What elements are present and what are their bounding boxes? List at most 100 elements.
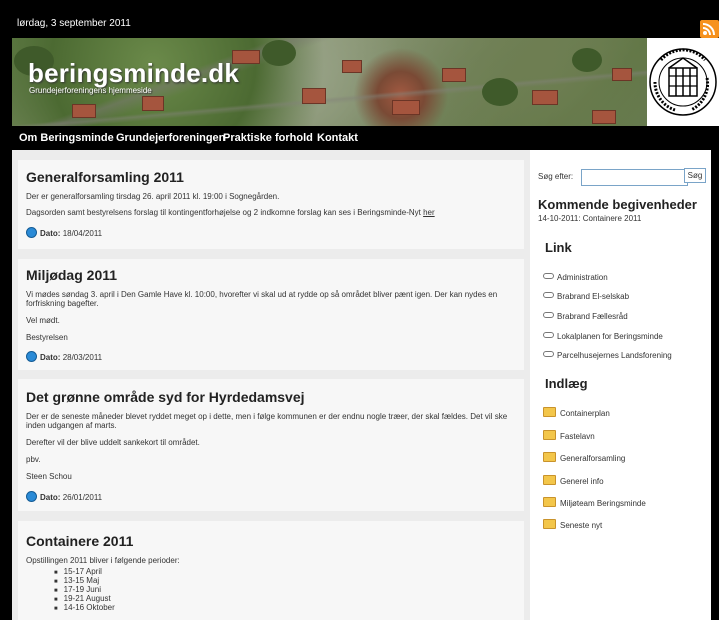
- link-brabrand-faellesraad[interactable]: Brabrand Fællesråd: [543, 312, 628, 321]
- banner-house: [302, 88, 326, 104]
- banner-house: [592, 110, 616, 124]
- category-generalforsamling[interactable]: Generalforsamling: [543, 452, 625, 463]
- post-paragraph: Bestyrelsen: [26, 333, 68, 342]
- right-border: [711, 150, 719, 620]
- post-title[interactable]: Containere 2011: [26, 533, 133, 549]
- search-input[interactable]: [581, 169, 688, 186]
- post-miljodag: Miljødag 2011 Vi mødes søndag 3. april i…: [18, 259, 524, 370]
- link-icon: [543, 351, 554, 357]
- link-icon: [543, 332, 554, 338]
- post-containere: Containere 2011 Opstillingen 2011 bliver…: [18, 521, 524, 620]
- post-title[interactable]: Miljødag 2011: [26, 267, 117, 283]
- post-link-her[interactable]: her: [423, 208, 435, 217]
- link-parcelhusejernes-landsforening[interactable]: Parcelhusejernes Landsforening: [543, 351, 672, 360]
- post-date: Dato: 28/03/2011: [26, 351, 102, 362]
- link-icon: [543, 292, 554, 298]
- category-label: Miljøteam Beringsminde: [560, 499, 646, 508]
- category-fastelavn[interactable]: Fastelavn: [543, 430, 595, 441]
- event-item[interactable]: 14-10-2011: Containere 2011: [538, 214, 641, 223]
- post-paragraph: Vi mødes søndag 3. april i Den Gamle Hav…: [26, 290, 498, 308]
- top-bar: lørdag, 3 september 2011: [0, 0, 719, 38]
- date-label: Dato:: [40, 493, 61, 502]
- link-label: Lokalplanen for Beringsminde: [557, 332, 663, 341]
- category-seneste-nyt[interactable]: Seneste nyt: [543, 519, 602, 530]
- category-containerplan[interactable]: Containerplan: [543, 407, 610, 418]
- search-label: Søg efter:: [538, 172, 574, 181]
- post-title[interactable]: Generalforsamling 2011: [26, 169, 184, 185]
- post-groenne-omraade: Det grønne område syd for Hyrdedamsvej D…: [18, 379, 524, 511]
- content-area: Generalforsamling 2011 Der er generalfor…: [12, 150, 711, 620]
- link-administration[interactable]: Administration: [543, 273, 608, 282]
- post-paragraph: Vel mødt.: [26, 316, 60, 325]
- category-generel-info[interactable]: Generel info: [543, 475, 604, 486]
- banner-tree: [482, 78, 518, 106]
- link-label: Administration: [557, 273, 608, 282]
- banner-house: [72, 104, 96, 118]
- search-button[interactable]: Søg: [684, 168, 706, 183]
- calendar-icon: [26, 351, 37, 362]
- categories-title: Indlæg: [545, 376, 588, 391]
- category-label: Generel info: [560, 477, 604, 486]
- links-title: Link: [545, 240, 572, 255]
- date-value: 28/03/2011: [62, 353, 103, 362]
- header-banner: beringsminde.dk Grundejerforeningens hje…: [12, 38, 719, 126]
- banner-tree: [572, 48, 602, 72]
- post-paragraph: pbv.: [26, 455, 41, 464]
- nav-item-grundejerforeningen[interactable]: Grundejerforeningen: [116, 132, 225, 144]
- date-label: Dato:: [40, 229, 61, 238]
- category-label: Containerplan: [560, 409, 610, 418]
- current-date: lørdag, 3 september 2011: [17, 18, 131, 29]
- calendar-icon: [26, 491, 37, 502]
- link-lokalplanen[interactable]: Lokalplanen for Beringsminde: [543, 332, 663, 341]
- post-paragraph: Derefter vil der blive uddelt sankekort …: [26, 438, 200, 447]
- post-title[interactable]: Det grønne område syd for Hyrdedamsvej: [26, 389, 305, 405]
- post-paragraph: Der er generalforsamling tirsdag 26. apr…: [26, 192, 280, 201]
- logo-seal: [649, 48, 717, 116]
- nav-item-kontakt[interactable]: Kontakt: [317, 132, 358, 144]
- banner-tree: [262, 40, 296, 66]
- events-title: Kommende begivenheder: [538, 197, 697, 212]
- folder-icon: [543, 519, 556, 529]
- folder-icon: [543, 407, 556, 417]
- link-label: Brabrand Fællesråd: [557, 312, 628, 321]
- association-logo: [647, 38, 719, 126]
- post-paragraph: Steen Schou: [26, 472, 72, 481]
- category-label: Seneste nyt: [560, 521, 603, 530]
- left-border: [0, 38, 12, 620]
- site-title[interactable]: beringsminde.dk: [28, 58, 239, 89]
- nav-item-praktiske-forhold[interactable]: Praktiske forhold: [223, 132, 313, 144]
- page: lørdag, 3 september 2011 beringsminde.dk…: [0, 0, 719, 620]
- banner-house: [612, 68, 632, 81]
- rss-icon-glyph: [702, 23, 715, 36]
- link-label: Parcelhusejernes Landsforening: [557, 351, 672, 360]
- folder-icon: [543, 430, 556, 440]
- link-icon: [543, 273, 554, 279]
- folder-icon: [543, 497, 556, 507]
- sidebar: Søg efter: Søg Kommende begivenheder 14-…: [537, 150, 711, 620]
- category-label: Generalforsamling: [560, 454, 626, 463]
- link-icon: [543, 312, 554, 318]
- category-label: Fastelavn: [560, 432, 595, 441]
- date-value: 26/01/2011: [62, 493, 103, 502]
- folder-icon: [543, 452, 556, 462]
- post-date: Dato: 18/04/2011: [26, 227, 102, 238]
- main-nav: Om Beringsminde Grundejerforeningen Prak…: [12, 126, 719, 150]
- banner-house: [342, 60, 362, 73]
- link-brabrand-el-selskab[interactable]: Brabrand El-selskab: [543, 292, 629, 301]
- main-column: Generalforsamling 2011 Der er generalfor…: [12, 150, 530, 620]
- calendar-icon: [26, 227, 37, 238]
- category-miljoteam[interactable]: Miljøteam Beringsminde: [543, 497, 646, 508]
- post-generalforsamling: Generalforsamling 2011 Der er generalfor…: [18, 160, 524, 249]
- folder-icon: [543, 475, 556, 485]
- banner-house: [532, 90, 558, 105]
- rss-icon[interactable]: [700, 20, 719, 38]
- period-item: 14-16 Oktober: [54, 604, 115, 613]
- date-value: 18/04/2011: [62, 229, 103, 238]
- link-label: Brabrand El-selskab: [557, 292, 630, 301]
- post-date: Dato: 26/01/2011: [26, 491, 102, 502]
- banner-house: [392, 100, 420, 115]
- nav-item-om-beringsminde[interactable]: Om Beringsminde: [19, 132, 114, 144]
- banner-house: [142, 96, 164, 111]
- date-label: Dato:: [40, 353, 61, 362]
- post-paragraph-text: Dagsorden samt bestyrelsens forslag til …: [26, 208, 421, 217]
